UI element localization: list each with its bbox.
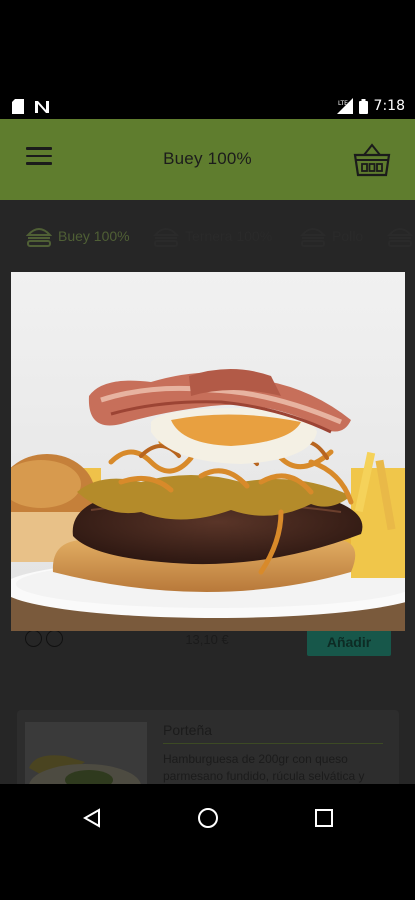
- add-to-cart-button[interactable]: Añadir: [307, 628, 391, 656]
- gluten-icon: [25, 630, 42, 647]
- home-circle-icon: [198, 808, 218, 828]
- sd-card-icon: [12, 99, 24, 114]
- divider: [163, 743, 383, 744]
- product-description: Hamburguesa de 200gr con queso parmesano…: [163, 752, 365, 783]
- product-photo[interactable]: [11, 272, 405, 631]
- back-triangle-icon: [83, 808, 100, 828]
- product-card[interactable]: Porteña Hamburguesa de 200gr con queso p…: [17, 710, 399, 784]
- product-price: 13,10 €: [185, 632, 229, 647]
- lactose-icon: [46, 630, 63, 647]
- home-button[interactable]: [188, 798, 228, 838]
- allergen-icons: [25, 630, 63, 647]
- recents-square-icon: [315, 809, 333, 827]
- n-notification-icon: [35, 100, 49, 113]
- product-thumbnail: [25, 722, 147, 784]
- battery-icon: [358, 98, 368, 114]
- top-letterbox: [0, 0, 415, 95]
- product-name: Porteña: [163, 722, 213, 738]
- menu-content-dimmed: Buey 100% Ternera 100% Pollo 13,10 € Aña…: [0, 200, 415, 784]
- app-bar: Buey 100%: [0, 119, 415, 200]
- status-bar: LTE 7:18: [0, 95, 415, 119]
- recents-button[interactable]: [304, 798, 344, 838]
- status-time: 7:18: [373, 98, 405, 114]
- back-button[interactable]: [72, 798, 112, 838]
- basket-icon[interactable]: [353, 143, 391, 177]
- android-nav-bar: [0, 784, 415, 900]
- hamburger-menu-icon[interactable]: [26, 147, 56, 173]
- svg-text:LTE: LTE: [338, 100, 348, 107]
- signal-lte-icon: LTE: [336, 98, 353, 114]
